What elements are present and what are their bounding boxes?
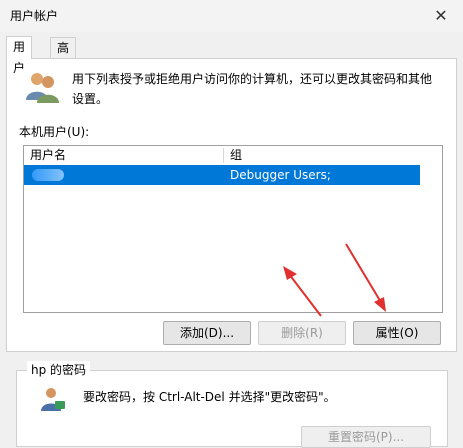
- remove-user-button[interactable]: 删除(R): [258, 321, 346, 345]
- properties-button[interactable]: 属性(O): [353, 321, 441, 345]
- username-redacted: [32, 169, 64, 181]
- table-row[interactable]: Debugger Users; Administrators: [24, 165, 420, 200]
- password-instructions: 要改密码，按 Ctrl-Alt-Del 并选择"更改密码"。: [83, 390, 336, 404]
- tab-users[interactable]: 用户: [6, 36, 33, 75]
- password-user-icon: [41, 388, 65, 411]
- annotation-arrow-icon: [283, 266, 322, 317]
- users-icon: [26, 73, 59, 103]
- tab-advanced[interactable]: 高级: [50, 37, 77, 75]
- column-header-username[interactable]: 用户名: [30, 146, 66, 164]
- add-user-button[interactable]: 添加(D)...: [163, 321, 251, 345]
- password-group-title: hp 的密码: [27, 361, 91, 378]
- close-icon[interactable]: ✕: [429, 4, 453, 26]
- row-group: Debugger Users; Administrators: [230, 168, 331, 200]
- users-panel: 用下列表授予或拒绝用户访问你的计算机，还可以更改其密码和其他设置。 本机用户(U…: [6, 58, 457, 352]
- column-divider[interactable]: [223, 148, 224, 163]
- window-title: 用户帐户: [10, 9, 59, 23]
- column-header-group[interactable]: 组: [230, 146, 242, 164]
- annotation-arrow-icon: [345, 243, 386, 312]
- info-text: 用下列表授予或拒绝用户访问你的计算机，还可以更改其密码和其他设置。: [72, 72, 433, 106]
- local-users-label: 本机用户(U):: [19, 125, 90, 139]
- password-group: hp 的密码 要改密码，按 Ctrl-Alt-Del 并选择"更改密码"。 重置…: [16, 361, 448, 448]
- title-bar: 用户帐户 ✕: [0, 0, 463, 32]
